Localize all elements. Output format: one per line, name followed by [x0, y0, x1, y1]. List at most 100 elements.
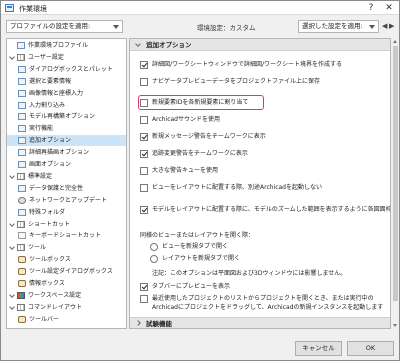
tree-item[interactable]: 作業環境プロファイル	[7, 40, 126, 51]
additional-options-panel: 追加オプション 詳細図/ワークシートウィンドウで詳細図/ワークシート境界を作成す…	[129, 38, 391, 329]
doc-icon	[17, 42, 25, 49]
doc-icon	[18, 77, 26, 85]
tree-item[interactable]: ショートカット	[7, 219, 126, 230]
next-page-button[interactable]: ▶	[389, 21, 395, 31]
tree-item-label: 画面オプション	[29, 161, 72, 168]
option-label: ナビゲータプレビューデータをプロジェクトファイル上に保存	[152, 78, 321, 85]
checkbox[interactable]	[140, 167, 148, 175]
checkbox[interactable]	[140, 78, 148, 86]
chevron-down-icon[interactable]	[9, 244, 15, 251]
doc-icon	[18, 125, 26, 133]
option-label: 大きな警告キューを使用	[152, 167, 219, 174]
title-bar: 作業環境 ? ✕	[1, 1, 399, 15]
tree-item[interactable]: 選択と要素情報	[7, 76, 126, 87]
apply-profile-select[interactable]: プロファイルの設定を適用:	[6, 20, 123, 33]
chevron-down-icon[interactable]	[9, 220, 15, 227]
tree-item-label: ショートカット	[28, 220, 71, 228]
doc-icon	[18, 89, 26, 97]
tree-item[interactable]: 入力割り込み	[7, 100, 126, 111]
apply-profile-label: プロファイルの設定を適用:	[10, 22, 91, 30]
tree-item-label: データ保護と完全性	[29, 184, 84, 192]
prev-page-button[interactable]: ◀	[382, 21, 388, 31]
tree-item[interactable]: 実行機能	[7, 123, 126, 134]
tree-item-label: 画像情報と座標入力	[29, 89, 84, 97]
tree-item[interactable]: ツール設定ダイアログボックス	[7, 266, 126, 277]
tool-icon	[18, 280, 26, 287]
environment-title: 環境設定：カスタム	[197, 24, 256, 32]
tree-item[interactable]: ダイアログボックスとパレット	[7, 64, 126, 75]
tree-item[interactable]: モデル再構築オプション	[7, 111, 126, 122]
option-recent-projects[interactable]: 最近使用したプロジェクトのリストからプロジェクトを開くとき、または実行中のArc…	[140, 294, 386, 314]
tree-item[interactable]: 追加オプション	[7, 135, 126, 147]
option-label: ビューをレイアウトに配置する際、別途Archicadを起動しない	[152, 184, 322, 191]
checkbox[interactable]	[140, 116, 148, 124]
ok-button[interactable]: OK	[347, 341, 394, 356]
tree-item-label: 実行機能	[29, 125, 54, 133]
chevron-down-icon[interactable]	[9, 292, 15, 298]
chevron-down-icon[interactable]	[9, 54, 15, 60]
cancel-button[interactable]: キャンセル	[295, 341, 342, 356]
apply-selected-select[interactable]: 選択した設定を適用:	[298, 20, 379, 33]
checkbox[interactable]	[140, 295, 148, 303]
tree-item[interactable]: ネットワークとアップデート	[7, 195, 126, 206]
section-header-experimental[interactable]: 試験機能	[130, 317, 390, 328]
section-title: 追加オプション	[146, 41, 192, 49]
scroll-down-icon[interactable]	[393, 324, 397, 327]
scroll-thumb[interactable]	[393, 46, 398, 301]
option-label: Archicadサウンドを使用	[152, 116, 220, 123]
checkbox[interactable]	[140, 61, 148, 69]
tree-item-label: 入力割り込み	[29, 101, 66, 109]
chevron-down-icon	[135, 41, 141, 47]
close-icon[interactable]: ✕	[381, 2, 397, 14]
doc-icon	[18, 161, 26, 168]
tree-item[interactable]: 画像情報と座標入力	[7, 88, 126, 99]
tool-icon	[18, 268, 26, 276]
chevron-down-icon[interactable]	[9, 303, 15, 310]
option-label: 新規メッセージ警告をチームワークに表示	[152, 133, 266, 140]
tree-item-label: 情報ボックス	[29, 280, 65, 287]
note-label: 注記：このオプションは平面図および3Dウィンドウには影響しません。	[152, 270, 347, 277]
tree-item[interactable]: データ保護と完全性	[7, 183, 126, 194]
checkbox[interactable]	[140, 184, 148, 192]
panel-scrollbar[interactable]	[392, 38, 399, 329]
tree-item-label: ツールボックス	[29, 256, 71, 264]
doc-icon	[18, 65, 26, 73]
section-header-additional-options[interactable]: 追加オプション	[130, 39, 390, 51]
chevron-down-icon	[113, 25, 119, 29]
chevron-down-icon[interactable]	[9, 173, 15, 179]
window-title: 作業環境	[19, 5, 47, 13]
doc-icon	[18, 149, 26, 157]
tree-item-label: ツール設定ダイアログボックス	[29, 268, 113, 276]
checkbox[interactable]	[140, 133, 148, 141]
tree-item[interactable]: ツールボックス	[7, 254, 126, 265]
tree-item[interactable]: ワークスペース設定	[7, 290, 126, 301]
view-question-label: 同様のビューまたはレイアウトを開く際：	[140, 232, 255, 239]
tree-item-label: ツール	[28, 244, 47, 252]
help-icon[interactable]: ?	[363, 2, 379, 14]
profile-bar: プロファイルの設定を適用: 環境設定：カスタム 選択した設定を適用: ◀ ▶	[1, 16, 399, 36]
tree-item[interactable]: キーボードショートカット	[7, 230, 126, 241]
tree-item[interactable]: 詳細再描画オプション	[7, 147, 126, 158]
radio-button[interactable]	[150, 243, 158, 251]
tree-item[interactable]: 特殊フォルダ	[7, 207, 126, 218]
tree-item[interactable]: ツールバー	[7, 314, 126, 325]
tree-item-label: 作業環境プロファイル	[28, 42, 89, 49]
doc-icon	[18, 137, 26, 145]
doc-icon	[18, 184, 26, 192]
radio-label: ビューを新規タブで開く	[162, 243, 229, 250]
tree-item[interactable]: ツール	[7, 242, 126, 253]
tree-item[interactable]: 画面オプション	[7, 159, 126, 170]
section-title: 試験機能	[146, 320, 172, 328]
scroll-up-icon[interactable]	[393, 40, 397, 43]
checkbox[interactable]	[140, 206, 148, 214]
tree-item[interactable]: 標準設定	[7, 171, 126, 182]
tree-item-label: 選択と要素情報	[29, 77, 72, 85]
radio-button[interactable]	[150, 255, 158, 263]
tree-item[interactable]: ユーザー設定	[7, 52, 126, 63]
checkbox[interactable]	[140, 150, 148, 158]
option-label: タブバーにプレビューを表示	[152, 283, 231, 290]
work-environment-dialog: 作業環境 ? ✕ プロファイルの設定を適用: 環境設定：カスタム 選択した設定を…	[0, 0, 400, 361]
checkbox[interactable]	[140, 283, 148, 291]
tree-item[interactable]: コマンドレイアウト	[7, 302, 126, 313]
tree-item[interactable]: 情報ボックス	[7, 278, 126, 289]
